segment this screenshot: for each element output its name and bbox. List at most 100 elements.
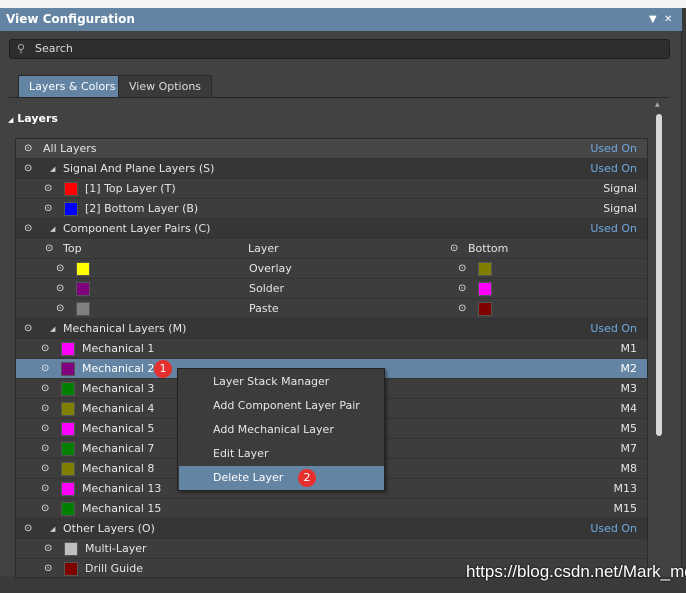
eye-icon[interactable]: ⊙: [458, 279, 466, 299]
eye-icon[interactable]: ⊙: [41, 399, 49, 419]
collapse-triangle-icon[interactable]: ◢: [50, 519, 55, 539]
search-input[interactable]: ⚲ Search: [9, 39, 670, 59]
color-swatch[interactable]: [76, 302, 90, 316]
collapse-triangle-icon[interactable]: ◢: [50, 319, 55, 339]
layer-used-on: M15: [613, 502, 638, 515]
layer-used-on: Signal: [603, 182, 637, 195]
eye-icon[interactable]: ⊙: [41, 339, 49, 359]
menu-item-delete-layer[interactable]: Delete Layer 2: [179, 466, 384, 490]
collapse-triangle-icon[interactable]: ◢: [50, 219, 55, 239]
eye-icon[interactable]: ⊙: [24, 519, 32, 539]
color-swatch[interactable]: [64, 182, 78, 196]
color-swatch[interactable]: [61, 502, 75, 516]
search-placeholder: Search: [35, 42, 73, 55]
layer-row[interactable]: ⊙ ◢ Other Layers (O) Used On: [16, 519, 647, 539]
pair-layer-name: Solder: [249, 282, 285, 295]
color-swatch[interactable]: [64, 202, 78, 216]
layer-row[interactable]: ⊙ ◢ Mechanical Layers (M) Used On: [16, 319, 647, 339]
color-swatch[interactable]: [61, 422, 75, 436]
context-menu: Layer Stack Manager Add Component Layer P…: [177, 368, 385, 491]
layer-row[interactable]: ⊙ Mechanical 1 M1: [16, 339, 647, 359]
collapse-triangle-icon[interactable]: ◢: [50, 159, 55, 179]
eye-icon[interactable]: ⊙: [24, 159, 32, 179]
used-on-label[interactable]: Used On: [590, 139, 637, 159]
layer-row[interactable]: ⊙ Solder ⊙: [16, 279, 647, 299]
layer-name: Multi-Layer: [85, 542, 147, 555]
layer-used-on: M3: [620, 382, 638, 395]
layer-row[interactable]: ⊙ Overlay ⊙: [16, 259, 647, 279]
used-on-label[interactable]: Used On: [590, 519, 637, 539]
eye-icon[interactable]: ⊙: [41, 379, 49, 399]
close-icon[interactable]: ✕: [664, 8, 672, 31]
used-on-label[interactable]: Used On: [590, 159, 637, 179]
layer-row[interactable]: ⊙ ◢ Component Layer Pairs (C) Used On: [16, 219, 647, 239]
eye-icon[interactable]: ⊙: [24, 319, 32, 339]
eye-icon[interactable]: ⊙: [450, 239, 458, 259]
color-swatch[interactable]: [61, 442, 75, 456]
eye-icon[interactable]: ⊙: [41, 359, 49, 379]
layer-name: [1] Top Layer (T): [85, 182, 176, 195]
used-on-label[interactable]: Used On: [590, 319, 637, 339]
color-swatch[interactable]: [61, 402, 75, 416]
scrollbar-thumb[interactable]: [656, 114, 662, 436]
color-swatch[interactable]: [61, 462, 75, 476]
layer-used-on: M7: [620, 442, 638, 455]
panel-menu-icon[interactable]: ▼: [649, 8, 657, 31]
layer-used-on: M8: [620, 462, 638, 475]
eye-icon[interactable]: ⊙: [41, 459, 49, 479]
color-swatch[interactable]: [61, 342, 75, 356]
tab-view-options[interactable]: View Options: [118, 75, 213, 97]
eye-icon[interactable]: ⊙: [24, 219, 32, 239]
used-on-label[interactable]: Used On: [590, 219, 637, 239]
row-label: Component Layer Pairs (C): [63, 222, 211, 235]
eye-icon[interactable]: ⊙: [44, 539, 52, 559]
tab-layers-colors[interactable]: Layers & Colors: [18, 75, 127, 97]
color-swatch[interactable]: [76, 262, 90, 276]
color-swatch[interactable]: [64, 562, 78, 576]
eye-icon[interactable]: ⊙: [44, 179, 52, 199]
eye-icon[interactable]: ⊙: [41, 419, 49, 439]
color-swatch[interactable]: [61, 482, 75, 496]
layer-row[interactable]: ⊙ All Layers Used On: [16, 139, 647, 159]
layers-section-header[interactable]: ◢ Layers: [8, 112, 58, 125]
layer-row[interactable]: ⊙ Multi-Layer: [16, 539, 647, 559]
eye-icon[interactable]: ⊙: [458, 299, 466, 319]
layer-name: Mechanical 4: [82, 402, 155, 415]
eye-icon[interactable]: ⊙: [56, 259, 64, 279]
eye-icon[interactable]: ⊙: [56, 279, 64, 299]
layer-name: Mechanical 7: [82, 442, 155, 455]
color-swatch[interactable]: [64, 542, 78, 556]
color-swatch[interactable]: [61, 382, 75, 396]
eye-icon[interactable]: ⊙: [45, 239, 53, 259]
layer-used-on: M1: [620, 342, 638, 355]
layer-row[interactable]: ⊙ [1] Top Layer (T) Signal: [16, 179, 647, 199]
eye-icon[interactable]: ⊙: [41, 439, 49, 459]
layer-row[interactable]: ⊙ Top Layer ⊙ Bottom: [16, 239, 647, 259]
eye-icon[interactable]: ⊙: [44, 199, 52, 219]
eye-icon[interactable]: ⊙: [44, 559, 52, 577]
eye-icon[interactable]: ⊙: [41, 479, 49, 499]
menu-item-add-component-layer-pair[interactable]: Add Component Layer Pair: [179, 394, 384, 418]
eye-icon[interactable]: ⊙: [41, 499, 49, 519]
layers-table: ⊙ All Layers Used On ⊙ ◢ Signal And Plane Lay…: [15, 138, 648, 578]
tab-divider: [9, 97, 669, 98]
color-swatch[interactable]: [478, 262, 492, 276]
scroll-up-icon[interactable]: ▲: [655, 101, 660, 108]
layer-row[interactable]: ⊙ [2] Bottom Layer (B) Signal: [16, 199, 647, 219]
layer-row[interactable]: ⊙ ◢ Signal And Plane Layers (S) Used On: [16, 159, 647, 179]
layer-name: Mechanical 13: [82, 482, 162, 495]
eye-icon[interactable]: ⊙: [24, 139, 32, 159]
pair-layer-name: Paste: [249, 302, 279, 315]
layer-row[interactable]: ⊙ Mechanical 15 M15: [16, 499, 647, 519]
menu-item-add-mechanical-layer[interactable]: Add Mechanical Layer: [179, 418, 384, 442]
menu-item-edit-layer[interactable]: Edit Layer: [179, 442, 384, 466]
color-swatch[interactable]: [478, 282, 492, 296]
color-swatch[interactable]: [61, 362, 75, 376]
eye-icon[interactable]: ⊙: [56, 299, 64, 319]
eye-icon[interactable]: ⊙: [458, 259, 466, 279]
step-badge: 2: [298, 469, 316, 487]
menu-item-layer-stack-manager[interactable]: Layer Stack Manager: [179, 370, 384, 394]
color-swatch[interactable]: [76, 282, 90, 296]
color-swatch[interactable]: [478, 302, 492, 316]
layer-row[interactable]: ⊙ Paste ⊙: [16, 299, 647, 319]
